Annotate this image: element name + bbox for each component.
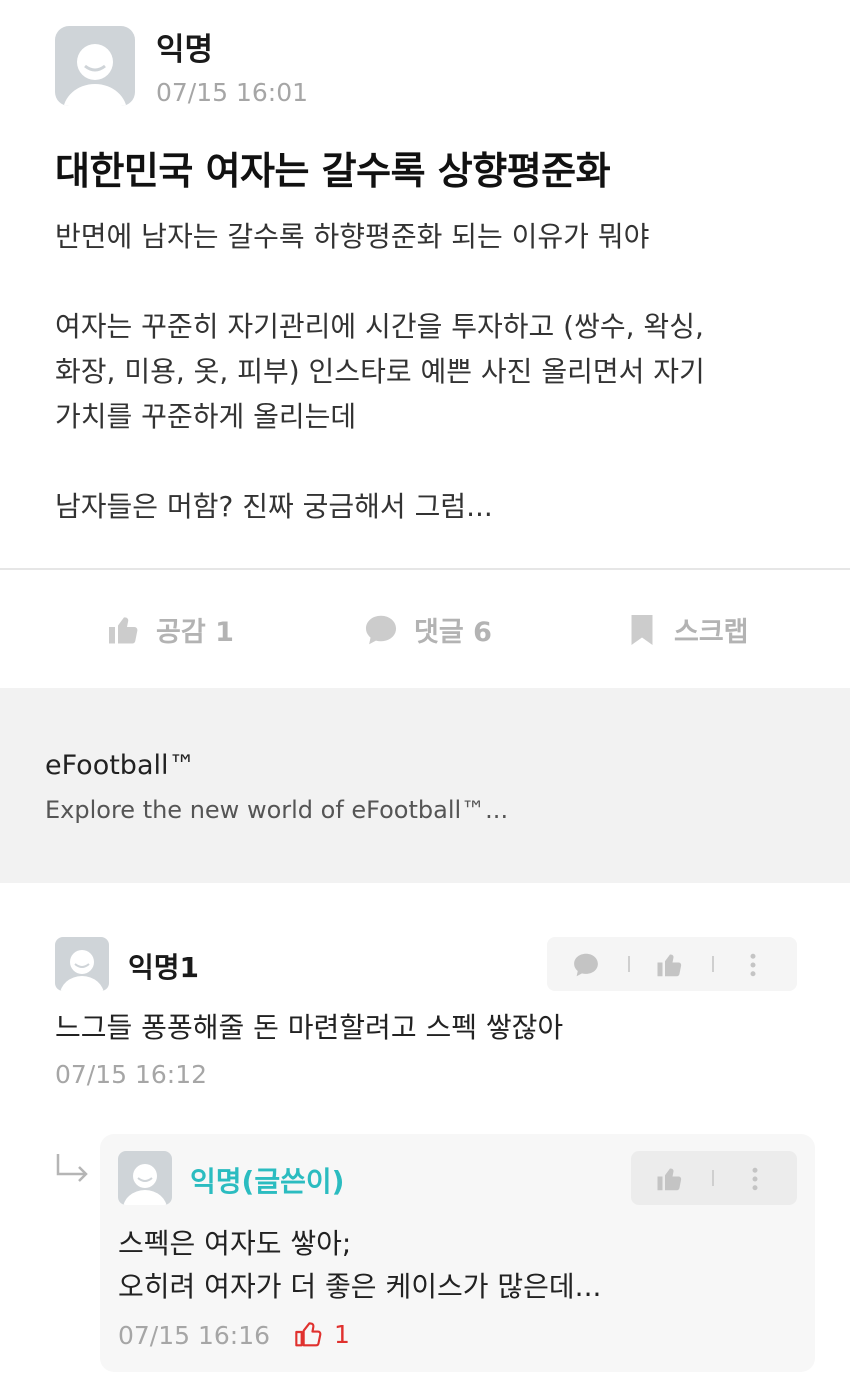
scrap-label: 스크랩	[674, 617, 749, 648]
post-body-line: 화장, 미용, 옷, 피부) 인스타로 예쁜 사진 올리면서 자기	[55, 355, 705, 388]
post-title: 대한민국 여자는 갈수록 상향평준화	[55, 149, 611, 193]
reply-text-line: 스펙은 여자도 쌓아;	[118, 1227, 352, 1260]
post-body-line: 반면에 남자는 갈수록 하향평준화 되는 이유가 뭐야	[55, 220, 650, 253]
post-body: 반면에 남자는 갈수록 하향평준화 되는 이유가 뭐야 여자는 꾸준히 자기관리…	[55, 214, 815, 529]
separator	[628, 956, 630, 972]
ad-banner[interactable]: eFootball™ Explore the new world of eFoo…	[0, 688, 850, 883]
post-body-line: 가치를 꾸준하게 올리는데	[55, 400, 357, 433]
comment-toolbar	[547, 937, 797, 991]
separator	[712, 1170, 714, 1186]
thumbs-up-icon	[109, 616, 138, 643]
comment-button[interactable]: 댓글 6	[362, 610, 492, 649]
thumbs-up-icon[interactable]	[655, 1164, 685, 1194]
post-time: 07/15 16:01	[156, 78, 309, 107]
divider	[0, 568, 850, 570]
reply-arrow-icon	[56, 1154, 88, 1182]
more-icon[interactable]	[745, 1164, 765, 1194]
reply-author: 익명(글쓴이)	[190, 1165, 345, 1198]
avatar-icon	[123, 1164, 167, 1205]
comment-icon[interactable]	[571, 950, 601, 980]
like-label: 공감 1	[156, 617, 234, 648]
post-body-line: 여자는 꾸준히 자기관리에 시간을 투자하고 (쌍수, 왁싱,	[55, 310, 704, 343]
post-body-line: 남자들은 머함? 진짜 궁금해서 그럼...	[55, 490, 493, 523]
more-icon[interactable]	[743, 950, 763, 980]
thumbs-up-icon[interactable]	[655, 950, 685, 980]
ad-title: eFootball™	[45, 750, 196, 781]
comment-author: 익명1	[128, 951, 200, 984]
comment-label: 댓글 6	[414, 617, 492, 648]
reply-toolbar	[631, 1151, 797, 1205]
post-actions: 공감 1 댓글 6 스크랩	[0, 600, 850, 660]
comment-text: 느그들 퐁퐁해줄 돈 마련할려고 스펙 쌓잖아	[55, 1011, 564, 1044]
thumbs-up-icon	[295, 1322, 322, 1347]
post-author-avatar	[55, 26, 135, 106]
comment-icon	[365, 615, 397, 644]
avatar-icon	[63, 44, 127, 106]
separator	[712, 956, 714, 972]
avatar-icon	[60, 950, 104, 991]
scrap-button[interactable]: 스크랩	[624, 610, 749, 649]
reply-time: 07/15 16:16	[118, 1321, 271, 1350]
post-author: 익명	[156, 32, 214, 68]
comment-time: 07/15 16:12	[55, 1060, 208, 1089]
reply-author-avatar	[118, 1151, 172, 1205]
reply-text: 스펙은 여자도 쌓아; 오히려 여자가 더 좋은 케이스가 많은데...	[118, 1222, 601, 1308]
like-button[interactable]: 공감 1	[106, 610, 234, 649]
reply-text-line: 오히려 여자가 더 좋은 케이스가 많은데...	[118, 1270, 602, 1303]
reply-like-number: 1	[334, 1319, 350, 1349]
reply-like-count: 1	[292, 1318, 350, 1350]
bookmark-icon	[631, 614, 653, 645]
ad-description: Explore the new world of eFootball™...	[45, 796, 509, 824]
comment-author-avatar	[55, 937, 109, 991]
